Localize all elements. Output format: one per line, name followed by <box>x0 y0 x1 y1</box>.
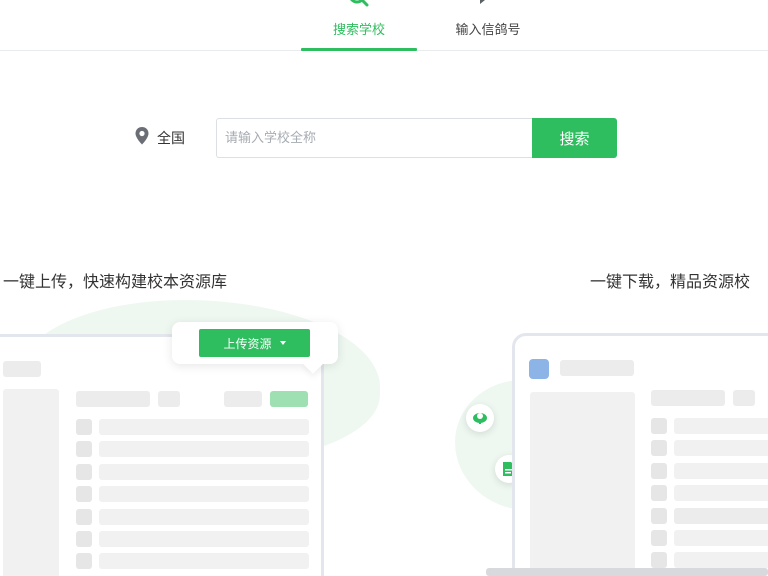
mock-row <box>674 552 768 568</box>
mock-square <box>76 553 92 569</box>
tab-search-school[interactable]: 搜索学校 <box>301 0 417 51</box>
mock-row <box>674 530 768 546</box>
mock-bar <box>3 361 41 377</box>
upload-popover: 上传资源 <box>172 322 338 364</box>
mock-square <box>76 531 92 547</box>
cloud-icon <box>466 404 494 432</box>
upload-resource-button[interactable]: 上传资源 <box>199 329 310 357</box>
mock-sidebar <box>3 389 59 576</box>
mock-square <box>76 509 92 525</box>
mock-square <box>651 552 667 568</box>
mock-row <box>99 419 309 435</box>
mock-square <box>651 508 667 524</box>
mock-row <box>99 441 309 457</box>
mock-row <box>674 440 768 456</box>
mock-row <box>99 553 309 569</box>
search-button[interactable]: 搜索 <box>532 118 617 158</box>
upload-feature-caption: 一键上传，快速构建校本资源库 <box>3 272 228 291</box>
caret-down-icon <box>279 341 286 345</box>
mock-bar <box>76 391 150 407</box>
mock-square <box>651 530 667 546</box>
mock-square <box>76 464 92 480</box>
search-icon <box>346 0 372 14</box>
mock-bar <box>651 390 725 406</box>
mock-blue-square <box>529 359 549 379</box>
school-search-input[interactable] <box>216 118 533 158</box>
mock-row <box>99 486 309 502</box>
mock-square <box>76 486 92 502</box>
mock-row-selected <box>674 508 768 524</box>
mock-square <box>76 419 92 435</box>
tab-search-school-label: 搜索学校 <box>332 23 385 38</box>
mock-sidebar <box>530 392 635 576</box>
mock-square <box>651 485 667 501</box>
region-selector[interactable]: 全国 <box>135 127 185 149</box>
mock-row <box>99 509 309 525</box>
mock-square <box>76 441 92 457</box>
mock-row <box>99 464 309 480</box>
upload-resource-label: 上传资源 <box>223 336 272 351</box>
mock-row <box>674 418 768 434</box>
mock-bar <box>158 391 180 407</box>
download-feature-caption: 一键下载，精品资源校 <box>590 272 751 291</box>
mock-bar-highlight <box>270 391 308 407</box>
tab-bar: 搜索学校 输入信鸽号 <box>0 0 768 51</box>
mock-row <box>674 463 768 479</box>
region-label: 全国 <box>157 131 185 147</box>
mock-row <box>99 531 309 547</box>
mock-bar <box>224 391 262 407</box>
mock-row <box>674 485 768 501</box>
download-mock-window <box>512 333 768 576</box>
mock-bar <box>560 360 634 376</box>
upload-mock-window <box>0 334 324 576</box>
mock-square <box>651 418 667 434</box>
location-pin-icon <box>135 127 149 149</box>
tab-enter-code-label: 输入信鸽号 <box>455 23 521 38</box>
mock-bar <box>733 390 755 406</box>
mock-square <box>651 440 667 456</box>
mock-square <box>651 463 667 479</box>
chat-icon <box>477 0 499 14</box>
tab-enter-code[interactable]: 输入信鸽号 <box>430 0 546 50</box>
laptop-base <box>486 568 768 576</box>
